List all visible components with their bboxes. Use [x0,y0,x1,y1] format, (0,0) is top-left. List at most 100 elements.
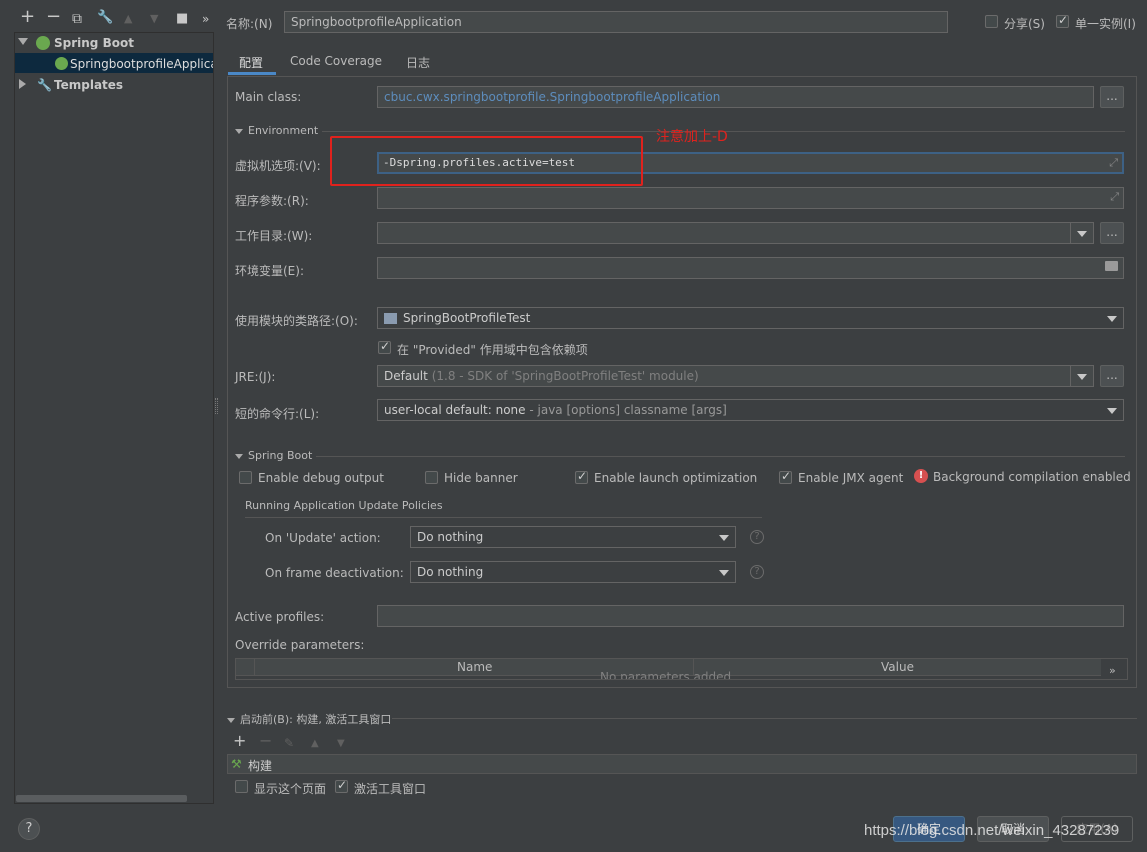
tab-config-underline [228,72,276,75]
move-down-icon[interactable]: ▼ [150,12,158,26]
module-icon [384,313,397,324]
jmx-checkbox[interactable] [779,469,792,484]
spring-app-icon [55,57,68,70]
policies-label: Running Application Update Policies [245,499,443,512]
env-vars-input[interactable] [377,257,1124,279]
name-input[interactable]: SpringbootprofileApplication [284,11,948,33]
table-header-value[interactable]: Value [881,660,914,674]
move-down-task-icon[interactable]: ▼ [337,737,345,751]
on-frame-label: On frame deactivation: [265,566,404,580]
vm-options-label: 虚拟机选项:(V): [235,159,321,173]
main-class-label: Main class: [235,90,302,104]
tree-root-label[interactable]: Spring Boot [54,36,134,50]
tab-config[interactable]: 配置 [239,54,263,71]
chevron-down-icon[interactable] [1107,316,1117,322]
remove-icon[interactable]: − [46,8,61,26]
jre-browse-button[interactable]: ... [1100,365,1124,387]
on-update-select[interactable]: Do nothing [410,526,736,548]
spring-boot-section[interactable]: Spring Boot [235,449,312,462]
edit-task-icon[interactable]: ✎ [284,736,294,750]
tab-logs[interactable]: 日志 [406,54,430,71]
table-header-name[interactable]: Name [457,660,492,674]
build-task-label[interactable]: 构建 [248,757,272,774]
help-icon[interactable]: ? [750,565,764,579]
active-profiles-label: Active profiles: [235,610,325,624]
program-args-label: 程序参数:(R): [235,194,309,208]
single-instance-checkbox[interactable] [1056,13,1069,28]
hammer-icon: ⚒ [231,757,242,771]
tree-expand-arrow[interactable] [18,38,28,45]
on-frame-select[interactable]: Do nothing [410,561,736,583]
add-task-icon[interactable]: + [233,733,246,749]
share-checkbox[interactable] [985,15,998,28]
table-more-icon[interactable]: » [1109,664,1116,677]
expand-icon[interactable]: ⤢ [1110,190,1119,204]
jre-select[interactable]: Default (1.8 - SDK of 'SpringBootProfile… [377,365,1094,387]
enable-debug-label: Enable debug output [258,471,384,485]
move-up-icon[interactable]: ▲ [124,12,132,26]
help-icon[interactable]: ? [750,530,764,544]
table-empty-text: No parameters added. [600,670,735,680]
before-launch-section[interactable]: 启动前(B): 构建, 激活工具窗口 [227,711,391,727]
help-button[interactable]: ? [18,818,40,840]
tree-child-label[interactable]: SpringbootprofileApplica [70,57,213,71]
share-label: 分享(S) [1004,17,1045,31]
policies-divider [245,517,762,518]
override-table: Name Value No parameters added. » [235,658,1128,680]
annotation-box [330,136,643,186]
module-classpath-select[interactable]: SpringBootProfileTest [377,307,1124,329]
folder-icon[interactable]: ■ [176,12,188,26]
chevron-down-icon[interactable] [1077,374,1087,380]
working-dir-input[interactable] [377,222,1094,244]
jre-label: JRE:(J): [235,370,276,384]
tree-collapse-arrow[interactable] [19,79,26,89]
copy-icon[interactable]: ⧉ [72,12,82,26]
tree-scrollbar[interactable] [16,795,187,802]
main-class-input[interactable]: cbuc.cwx.springbootprofile.Springbootpro… [377,86,1094,108]
provided-label: 在 "Provided" 作用域中包含依赖项 [397,343,588,357]
show-page-label: 显示这个页面 [254,782,327,796]
expand-icon[interactable]: ⤢ [1109,156,1118,170]
hide-banner-label: Hide banner [444,471,518,485]
short-cmd-select[interactable]: user-local default: none - java [options… [377,399,1124,421]
tab-code-coverage[interactable]: Code Coverage [290,54,382,68]
wrench-icon[interactable]: 🔧 [97,11,113,25]
working-dir-label: 工作目录:(W): [235,229,313,243]
wrench-small-icon: 🔧 [37,78,52,92]
hide-banner-checkbox[interactable] [425,471,438,484]
chevron-down-icon[interactable] [719,535,729,541]
single-instance-label: 单一实例(I) [1075,17,1136,31]
activate-window-checkbox[interactable] [335,778,348,793]
show-page-checkbox[interactable] [235,780,248,793]
more-icon[interactable]: » [202,12,209,26]
activate-window-label: 激活工具窗口 [354,782,427,796]
remove-task-icon[interactable]: − [259,733,272,749]
chevron-down-icon[interactable] [1107,408,1117,414]
chevron-down-icon[interactable] [1077,231,1087,237]
before-launch-list [227,754,1137,774]
active-profiles-input[interactable] [377,605,1124,627]
launch-opt-checkbox[interactable] [575,469,588,484]
table-col-sep [254,659,255,676]
config-tree [14,32,214,804]
spring-boot-divider [316,456,1125,457]
enable-debug-checkbox[interactable] [239,471,252,484]
move-up-task-icon[interactable]: ▲ [311,737,319,751]
jmx-label: Enable JMX agent [798,471,904,485]
watermark: https://blog.csdn.net/weixin_43287239 [864,822,1120,839]
on-update-label: On 'Update' action: [265,531,381,545]
add-icon[interactable]: + [20,8,35,26]
program-args-input[interactable]: ⤢ [377,187,1124,209]
spring-boot-icon [36,36,50,50]
chevron-down-icon[interactable] [719,570,729,576]
name-label: 名称:(N) [226,17,273,31]
tree-templates-label[interactable]: Templates [54,78,123,92]
short-cmd-label: 短的命令行:(L): [235,407,320,421]
provided-checkbox[interactable] [378,339,391,354]
env-vars-label: 环境变量(E): [235,264,304,278]
splitter-handle[interactable] [215,398,218,414]
folder-open-icon[interactable] [1105,261,1118,271]
main-class-browse-button[interactable]: ... [1100,86,1124,108]
working-dir-browse-button[interactable]: ... [1100,222,1124,244]
environment-section[interactable]: Environment [235,124,318,137]
